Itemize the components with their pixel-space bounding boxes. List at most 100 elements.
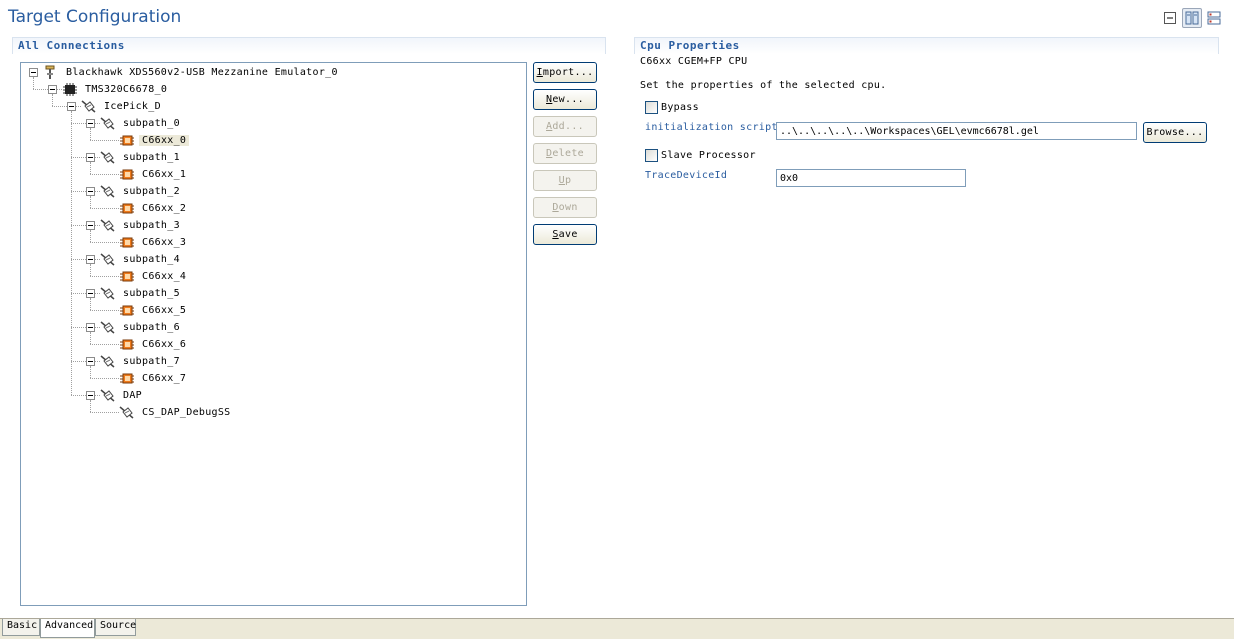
collapse-toggle[interactable]: [86, 221, 95, 230]
editor-tab-bar: Basic Advanced Source: [0, 618, 1234, 639]
tree-node-label: C66xx_1: [142, 169, 187, 180]
tree-node[interactable]: IcePick_D: [81, 99, 164, 114]
tree-node[interactable]: CS_DAP_DebugSS: [119, 405, 234, 420]
tree-node-label: subpath_6: [123, 322, 180, 333]
slave-processor-checkbox[interactable]: [645, 149, 658, 162]
bypass-checkbox[interactable]: [645, 101, 658, 114]
router-icon: [100, 151, 115, 164]
import-button[interactable]: Import...: [533, 62, 597, 83]
tree-node[interactable]: subpath_2: [100, 184, 183, 199]
router-icon: [100, 355, 115, 368]
collapse-toggle[interactable]: [86, 289, 95, 298]
tab-source[interactable]: Source: [95, 619, 136, 636]
tree-connector: [90, 196, 91, 208]
tree-node[interactable]: subpath_3: [100, 218, 183, 233]
tree-node[interactable]: C66xx_3: [119, 235, 189, 250]
tree-connector: [71, 111, 72, 395]
collapse-toggle[interactable]: [48, 85, 57, 94]
collapse-toggle[interactable]: [86, 323, 95, 332]
tree-node[interactable]: TMS320C6678_0: [62, 82, 170, 97]
tree-node-label: C66xx_3: [142, 237, 187, 248]
tab-basic[interactable]: Basic: [2, 619, 40, 636]
tree-connector: [90, 174, 119, 175]
properties-description: Set the properties of the selected cpu.: [640, 80, 887, 91]
tree-node[interactable]: C66xx_5: [119, 303, 189, 318]
browse-label: Browse...: [1146, 127, 1204, 138]
collapse-toggle[interactable]: [86, 357, 95, 366]
tree-connector: [33, 77, 34, 89]
layout-columns-button[interactable]: [1182, 8, 1202, 28]
collapse-toggle[interactable]: [29, 68, 38, 77]
page-title: Target Configuration: [8, 7, 182, 27]
collapse-toggle[interactable]: [67, 102, 76, 111]
router-icon: [100, 219, 115, 232]
tree-connector: [90, 412, 119, 413]
trace-device-input[interactable]: [776, 169, 966, 187]
cpu-icon: [120, 373, 134, 384]
tree-connector: [90, 128, 91, 140]
rows-layout-icon: [1207, 11, 1221, 25]
tree-connector: [90, 298, 91, 310]
tree-node-label: C66xx_0: [139, 135, 190, 146]
tree-node[interactable]: C66xx_1: [119, 167, 189, 182]
collapse-toggle[interactable]: [86, 391, 95, 400]
tree-node-label: subpath_2: [123, 186, 180, 197]
tree-node[interactable]: DAP: [100, 388, 145, 403]
tree-connector: [90, 344, 119, 345]
tree-connector: [90, 276, 119, 277]
tree-node[interactable]: Blackhawk XDS560v2-USB Mezzanine Emulato…: [43, 65, 341, 80]
cpu-icon: [120, 271, 134, 282]
router-icon: [81, 100, 96, 113]
router-icon: [100, 389, 115, 402]
tree-node-label: subpath_0: [123, 118, 180, 129]
init-script-input[interactable]: [776, 122, 1137, 140]
tree-node-label: C66xx_6: [142, 339, 187, 350]
tree-node[interactable]: subpath_6: [100, 320, 183, 335]
new-button[interactable]: New...: [533, 89, 597, 110]
collapse-toggle[interactable]: [86, 187, 95, 196]
tree-connector: [90, 162, 91, 174]
tree-node-label: subpath_5: [123, 288, 180, 299]
save-button[interactable]: Save: [533, 224, 597, 245]
tree-connector: [90, 366, 91, 378]
cpu-icon: [120, 339, 134, 350]
delete-button[interactable]: Delete: [533, 143, 597, 164]
tree-node-label: subpath_7: [123, 356, 180, 367]
tree-connector: [90, 140, 119, 141]
tree-node[interactable]: C66xx_4: [119, 269, 189, 284]
tree-node[interactable]: C66xx_7: [119, 371, 189, 386]
tab-advanced[interactable]: Advanced: [40, 619, 95, 638]
tree-node-label: subpath_4: [123, 254, 180, 265]
tree-node-label: DAP: [123, 390, 142, 401]
router-icon: [100, 117, 115, 130]
cpu-icon: [120, 135, 134, 146]
tree-connector: [90, 400, 91, 412]
collapse-toggle[interactable]: [86, 119, 95, 128]
up-button[interactable]: Up: [533, 170, 597, 191]
router-icon: [119, 406, 134, 419]
collapse-toggle[interactable]: [86, 153, 95, 162]
tree-node[interactable]: subpath_7: [100, 354, 183, 369]
cpu-icon: [120, 305, 134, 316]
tree-node[interactable]: C66xx_0: [119, 133, 190, 148]
layout-rows-button[interactable]: [1204, 8, 1224, 28]
tree-node[interactable]: subpath_4: [100, 252, 183, 267]
all-connections-header: All Connections: [12, 37, 606, 54]
collapse-all-button[interactable]: [1160, 8, 1180, 28]
connections-tree[interactable]: Blackhawk XDS560v2-USB Mezzanine Emulato…: [20, 62, 527, 606]
tree-connector: [90, 310, 119, 311]
router-icon: [100, 253, 115, 266]
tree-node-label: IcePick_D: [104, 101, 161, 112]
down-button[interactable]: Down: [533, 197, 597, 218]
collapse-toggle[interactable]: [86, 255, 95, 264]
tree-node[interactable]: subpath_1: [100, 150, 183, 165]
tree-node[interactable]: C66xx_2: [119, 201, 189, 216]
cpu-icon: [120, 203, 134, 214]
add-button[interactable]: Add...: [533, 116, 597, 137]
tree-node[interactable]: C66xx_6: [119, 337, 189, 352]
tree-node[interactable]: subpath_0: [100, 116, 183, 131]
browse-button[interactable]: Browse...: [1143, 122, 1207, 143]
tree-node[interactable]: subpath_5: [100, 286, 183, 301]
tree-connector: [90, 332, 91, 344]
tree-connector: [52, 94, 53, 106]
